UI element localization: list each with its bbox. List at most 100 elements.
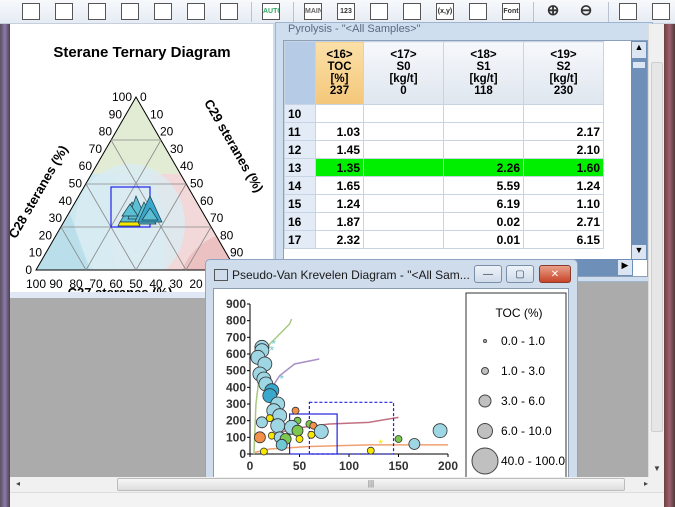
cell-toc[interactable]: 1.03 xyxy=(315,122,364,141)
cell-s2[interactable]: 1.10 xyxy=(523,194,604,213)
cell-s2[interactable]: 2.71 xyxy=(523,212,604,231)
main-title-button[interactable]: MAIN xyxy=(302,2,324,22)
scroll-down-arrow[interactable]: ▼ xyxy=(653,464,661,473)
data-point xyxy=(394,435,403,443)
chart-area: 0 100 200 300 400 500 600 700 800 900 0 50 100 150 200… xyxy=(213,288,569,479)
scatter-plot-button[interactable] xyxy=(20,2,42,22)
scroll-thumb[interactable] xyxy=(633,62,645,68)
cell-s2[interactable]: 1.24 xyxy=(523,176,604,195)
ternary-title: Sterane Ternary Diagram xyxy=(53,44,230,61)
xy-point-button[interactable]: (x,y) xyxy=(434,2,456,22)
workspace-horizontal-scrollbar[interactable]: ◂ ||| ▸ xyxy=(10,477,664,492)
legend-button[interactable] xyxy=(368,2,390,22)
column-header[interactable]: <18> S1 [kg/t] 118 xyxy=(443,41,524,105)
cell-s1[interactable] xyxy=(443,140,524,159)
cell-toc[interactable]: 1.45 xyxy=(315,140,364,159)
row-number[interactable]: 11 xyxy=(284,122,316,141)
axis-numbers-button[interactable]: 123 xyxy=(335,2,357,22)
cell-s0[interactable] xyxy=(363,158,444,177)
resize-frame-button[interactable] xyxy=(467,2,489,22)
cell-s0[interactable] xyxy=(363,140,444,159)
cell-toc[interactable]: 1.87 xyxy=(315,212,364,231)
bar-chart-button[interactable] xyxy=(53,2,75,22)
table-row[interactable]: 11 1.03 2.17 xyxy=(284,122,604,141)
data-point: * xyxy=(378,437,383,451)
pan-left-button[interactable] xyxy=(617,2,639,22)
table-row[interactable]: 10 xyxy=(284,104,604,123)
auto-chart-button[interactable]: AUTO xyxy=(260,2,282,22)
row-number[interactable]: 12 xyxy=(284,140,316,159)
3d-plot-button[interactable] xyxy=(218,2,240,22)
maximize-button[interactable]: ▢ xyxy=(506,265,534,283)
grid-vertical-scrollbar[interactable]: ▲ ▼ xyxy=(631,41,647,260)
cell-s1[interactable]: 2.26 xyxy=(443,158,524,177)
xy-point-icon: (x,y) xyxy=(436,3,454,20)
zoom-in-button[interactable]: ⊕ xyxy=(542,2,564,22)
cell-s2[interactable] xyxy=(523,104,604,123)
cell-toc[interactable] xyxy=(315,104,364,123)
grid-corner[interactable] xyxy=(284,41,316,105)
row-number[interactable]: 15 xyxy=(284,194,316,213)
cell-s0[interactable] xyxy=(363,230,444,249)
ternary-window[interactable]: Sterane Ternary Diagram 0 10 20 30 40 50 60 70 8… xyxy=(5,24,276,300)
cell-toc[interactable]: 1.65 xyxy=(315,176,364,195)
chart-legend: TOC (%) 0.0 - 1.0 1.0 - 3.0 3.0 - 6.0 6.0 - … xyxy=(465,292,567,479)
pyrolysis-data-grid[interactable]: <16> TOC [%] 237 <17> S0 [kg/t] 0 <18> S1 [kg/t] 11… xyxy=(283,40,648,277)
scroll-up-arrow[interactable]: ▲ xyxy=(632,42,646,58)
row-number[interactable]: 13 xyxy=(284,158,316,177)
table-row[interactable]: 15 1.24 6.19 1.10 xyxy=(284,194,604,213)
workspace-vertical-scrollbar[interactable]: ▼ xyxy=(648,24,664,477)
cell-s1[interactable]: 5.59 xyxy=(443,176,524,195)
row-number[interactable]: 10 xyxy=(284,104,316,123)
y-tick-label: 500 xyxy=(226,364,246,378)
pan-right-button[interactable] xyxy=(650,2,672,22)
row-number[interactable]: 14 xyxy=(284,176,316,195)
table-row[interactable]: 16 1.87 0.02 2.71 xyxy=(284,212,604,231)
font-button[interactable]: Font xyxy=(500,2,522,22)
text-list-button[interactable] xyxy=(401,2,423,22)
van-krevelen-chart: 0 100 200 300 400 500 600 700 800 900 0 50 100 150 200… xyxy=(226,292,567,479)
row-number[interactable]: 17 xyxy=(284,230,316,249)
minimize-button[interactable]: — xyxy=(474,265,502,283)
cell-s1[interactable]: 6.19 xyxy=(443,194,524,213)
table-row[interactable]: 17 2.32 0.01 6.15 xyxy=(284,230,604,249)
right-tick-label: 50 xyxy=(190,177,204,191)
column-header[interactable]: <16> TOC [%] 237 xyxy=(315,41,364,105)
cell-s1[interactable]: 0.02 xyxy=(443,212,524,231)
cell-s0[interactable] xyxy=(363,104,444,123)
zoom-out-button[interactable]: ⊖ xyxy=(575,2,597,22)
table-row[interactable]: 12 1.45 2.10 xyxy=(284,140,604,159)
cell-s0[interactable] xyxy=(363,122,444,141)
scroll-left-arrow[interactable]: ◂ xyxy=(16,479,20,488)
close-button[interactable]: ✕ xyxy=(539,265,571,283)
cell-toc[interactable]: 1.24 xyxy=(315,194,364,213)
scroll-right-arrow[interactable]: ▶ xyxy=(618,260,632,275)
cell-s2[interactable]: 2.10 xyxy=(523,140,604,159)
van-krevelen-window[interactable]: Pseudo-Van Krevelen Diagram - "<All Sam.… xyxy=(205,259,578,479)
column-header[interactable]: <17> S0 [kg/t] 0 xyxy=(363,41,444,105)
horizontal-scroll-thumb[interactable]: ||| xyxy=(117,478,625,491)
cell-s1[interactable]: 0.01 xyxy=(443,230,524,249)
scroll-down-arrow[interactable]: ▼ xyxy=(632,245,646,259)
cell-toc[interactable]: 1.35 xyxy=(315,158,364,177)
cell-s2[interactable]: 1.60 xyxy=(523,158,604,177)
scroll-right-arrow[interactable]: ▸ xyxy=(644,479,648,488)
star-diagram-button[interactable] xyxy=(152,2,174,22)
table-row[interactable]: 14 1.65 5.59 1.24 xyxy=(284,176,604,195)
row-number[interactable]: 16 xyxy=(284,212,316,231)
workspace-scroll-thumb[interactable] xyxy=(651,62,663,432)
cell-s0[interactable] xyxy=(363,176,444,195)
table-row[interactable]: 13 1.35 2.26 1.60 xyxy=(284,158,604,177)
pyrolysis-window[interactable]: Pyrolysis - "<All Samples>" <16> TOC [%] 23… xyxy=(275,22,653,282)
cell-s0[interactable] xyxy=(363,212,444,231)
cell-s0[interactable] xyxy=(363,194,444,213)
cell-s1[interactable] xyxy=(443,122,524,141)
line-chart-button[interactable] xyxy=(185,2,207,22)
ternary-plot-button[interactable] xyxy=(86,2,108,22)
strip-log-button[interactable] xyxy=(119,2,141,22)
cell-s2[interactable]: 2.17 xyxy=(523,122,604,141)
cell-s2[interactable]: 6.15 xyxy=(523,230,604,249)
cell-toc[interactable]: 2.32 xyxy=(315,230,364,249)
column-header[interactable]: <19> S2 [kg/t] 230 xyxy=(523,41,604,105)
cell-s1[interactable] xyxy=(443,104,524,123)
